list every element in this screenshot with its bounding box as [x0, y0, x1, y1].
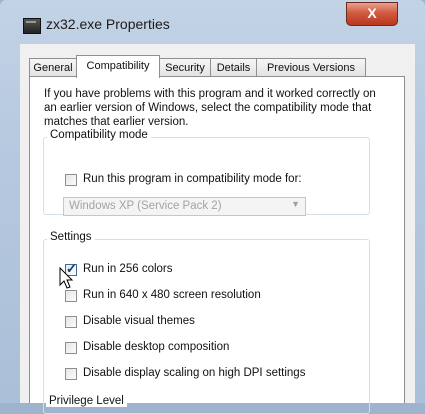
compatibility-tab-page: If you have problems with this program a…	[29, 76, 405, 414]
compat-mode-checkbox-label: Run this program in compatibility mode f…	[83, 173, 302, 185]
compatibility-mode-label: Compatibility mode	[47, 129, 151, 141]
tab-security[interactable]: Security	[159, 58, 211, 76]
properties-window: zx32.exe Properties X General Compatibil…	[0, 0, 425, 414]
privilege-level-label: Privilege Level	[46, 395, 127, 407]
title-bar[interactable]: zx32.exe Properties X	[0, 0, 425, 46]
application-icon	[23, 18, 41, 34]
tab-compatibility[interactable]: Compatibility	[76, 55, 160, 78]
disable-dpi-scaling-checkbox[interactable]	[65, 368, 77, 380]
close-button[interactable]: X	[346, 2, 398, 26]
chevron-down-icon: ▼	[291, 199, 300, 209]
intro-text: If you have problems with this program a…	[44, 88, 376, 128]
window-title: zx32.exe Properties	[46, 16, 170, 32]
run-640x480-label: Run in 640 x 480 screen resolution	[83, 289, 261, 301]
disable-visual-themes-label: Disable visual themes	[83, 315, 195, 327]
run-256-colors-label: Run in 256 colors	[83, 263, 173, 275]
compat-mode-dropdown[interactable]: Windows XP (Service Pack 2) ▼	[63, 197, 306, 216]
dialog-client-area: General Compatibility Security Details P…	[20, 44, 415, 414]
tab-previous-versions[interactable]: Previous Versions	[256, 58, 366, 76]
disable-visual-themes-checkbox[interactable]	[65, 316, 77, 328]
settings-label: Settings	[47, 231, 95, 243]
disable-desktop-composition-label: Disable desktop composition	[83, 341, 230, 353]
compat-mode-dropdown-value: Windows XP (Service Pack 2)	[69, 200, 222, 212]
tab-details[interactable]: Details	[210, 58, 257, 76]
disable-dpi-scaling-label: Disable display scaling on high DPI sett…	[83, 367, 306, 379]
tab-general[interactable]: General	[29, 58, 77, 76]
mouse-cursor-icon	[59, 266, 74, 289]
disable-desktop-composition-checkbox[interactable]	[65, 342, 77, 354]
compat-mode-checkbox[interactable]	[65, 174, 77, 186]
